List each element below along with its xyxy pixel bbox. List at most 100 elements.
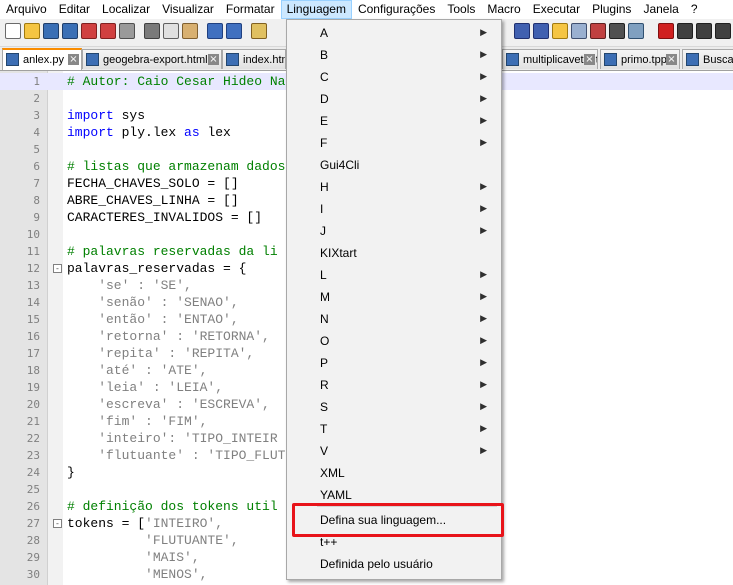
submenu-arrow-icon: ▶ xyxy=(480,226,487,236)
line-number: 26 xyxy=(26,500,40,513)
language-item-j[interactable]: J ▶ xyxy=(287,220,501,242)
menu-macro[interactable]: Macro xyxy=(481,0,526,19)
code-text: ABRE_CHAVES_LINHA = [] xyxy=(67,192,239,209)
code-text: tokens = ['INTEIRO', xyxy=(67,515,223,532)
record-macro-icon[interactable] xyxy=(658,23,674,39)
file-icon xyxy=(226,53,239,66)
menu-linguagem[interactable]: Linguagem xyxy=(280,0,352,19)
menu-arquivo[interactable]: Arquivo xyxy=(0,0,53,19)
redo-icon[interactable] xyxy=(226,23,242,39)
language-item-label: R xyxy=(320,378,329,392)
file-icon xyxy=(86,53,99,66)
language-item-kixtart[interactable]: KIXtart xyxy=(287,242,501,264)
language-item-v[interactable]: V ▶ xyxy=(287,440,501,462)
language-item-label: O xyxy=(320,334,330,348)
language-item-definida-pelo-usuario[interactable]: Definida pelo usuário xyxy=(287,553,501,575)
menu-bar: Arquivo Editar Localizar Visualizar Formatar… xyxy=(0,0,733,19)
copy-icon[interactable] xyxy=(163,23,179,39)
language-item-label: KIXtart xyxy=(320,246,357,260)
language-item-m[interactable]: M ▶ xyxy=(287,286,501,308)
fold-toggle-icon[interactable]: - xyxy=(53,519,62,528)
line-number: 17 xyxy=(26,347,40,360)
tab-close-icon[interactable]: × xyxy=(208,54,219,65)
tab-multiplicavetor-tpp[interactable]: multiplicavetor.tpp× xyxy=(502,49,598,69)
line-number: 28 xyxy=(26,534,40,547)
language-item-p[interactable]: P ▶ xyxy=(287,352,501,374)
play-macro-icon[interactable] xyxy=(696,23,712,39)
tab-label: geogebra-export.html xyxy=(103,54,208,66)
language-item-s[interactable]: S ▶ xyxy=(287,396,501,418)
code-text: FECHA_CHAVES_SOLO = [] xyxy=(67,175,239,192)
menu-localizar[interactable]: Localizar xyxy=(96,0,156,19)
eye-icon[interactable] xyxy=(628,23,644,39)
language-item-f[interactable]: F ▶ xyxy=(287,132,501,154)
language-item-l[interactable]: L ▶ xyxy=(287,264,501,286)
menu-visualizar[interactable]: Visualizar xyxy=(156,0,220,19)
find-icon[interactable] xyxy=(251,23,267,39)
tab-close-icon[interactable]: × xyxy=(666,54,677,65)
print-icon[interactable] xyxy=(119,23,135,39)
run-macro-icon[interactable] xyxy=(715,23,731,39)
code-token: 'se' : 'SE', xyxy=(67,278,192,293)
new-file-icon[interactable] xyxy=(5,23,21,39)
line-number: 19 xyxy=(26,381,40,394)
fold-toggle-icon[interactable]: - xyxy=(53,264,62,273)
doc-map-icon[interactable] xyxy=(571,23,587,39)
language-item-t[interactable]: T ▶ xyxy=(287,418,501,440)
tab-geogebra-export-html[interactable]: geogebra-export.html × xyxy=(82,49,222,69)
tab-index-htm[interactable]: index.htm xyxy=(222,49,286,69)
menu-help[interactable]: ? xyxy=(685,0,704,19)
language-item-h[interactable]: H ▶ xyxy=(287,176,501,198)
code-text: palavras_reservadas = { xyxy=(67,260,246,277)
tab-primo-tpp[interactable]: primo.tpp × xyxy=(600,49,680,69)
cut-icon[interactable] xyxy=(144,23,160,39)
language-item-e[interactable]: E ▶ xyxy=(287,110,501,132)
tab-label: index.htm xyxy=(243,54,286,66)
language-item-c[interactable]: C ▶ xyxy=(287,66,501,88)
language-item-n[interactable]: N ▶ xyxy=(287,308,501,330)
line-number: 10 xyxy=(26,228,40,241)
menu-executar[interactable]: Executar xyxy=(527,0,586,19)
close-icon[interactable] xyxy=(81,23,97,39)
language-item-i[interactable]: I ▶ xyxy=(287,198,501,220)
code-token: lex xyxy=(199,125,231,140)
menu-plugins[interactable]: Plugins xyxy=(586,0,637,19)
menu-janela[interactable]: Janela xyxy=(637,0,684,19)
language-item-label: I xyxy=(320,202,324,216)
language-item-xml[interactable]: XML xyxy=(287,462,501,484)
highlight-annotation-box xyxy=(292,503,504,537)
save-all-icon[interactable] xyxy=(62,23,78,39)
paste-icon[interactable] xyxy=(182,23,198,39)
language-item-r[interactable]: R ▶ xyxy=(287,374,501,396)
tab-busca[interactable]: Busca xyxy=(682,49,733,69)
save-icon[interactable] xyxy=(43,23,59,39)
close-all-icon[interactable] xyxy=(100,23,116,39)
line-number: 24 xyxy=(26,466,40,479)
language-item-gui4cli[interactable]: Gui4Cli xyxy=(287,154,501,176)
submenu-arrow-icon: ▶ xyxy=(480,116,487,126)
code-text: # definição dos tokens util xyxy=(67,498,278,515)
monitor-icon[interactable] xyxy=(609,23,625,39)
tab-close-icon[interactable]: × xyxy=(68,54,79,65)
line-number: 7 xyxy=(33,177,40,190)
wrap-icon[interactable] xyxy=(514,23,530,39)
line-number: 23 xyxy=(26,449,40,462)
menu-configuracoes[interactable]: Configurações xyxy=(352,0,441,19)
stop-macro-icon[interactable] xyxy=(677,23,693,39)
menu-editar[interactable]: Editar xyxy=(53,0,96,19)
tab-label: anlex.py xyxy=(23,54,64,66)
folder-as-workspace-icon[interactable] xyxy=(552,23,568,39)
language-item-b[interactable]: B ▶ xyxy=(287,44,501,66)
language-item-o[interactable]: O ▶ xyxy=(287,330,501,352)
language-item-a[interactable]: A ▶ xyxy=(287,22,501,44)
tab-anlex-py[interactable]: anlex.py × xyxy=(2,48,82,70)
tab-close-icon[interactable]: × xyxy=(584,54,595,65)
function-list-icon[interactable] xyxy=(590,23,606,39)
undo-icon[interactable] xyxy=(207,23,223,39)
menu-tools[interactable]: Tools xyxy=(441,0,481,19)
open-folder-icon[interactable] xyxy=(24,23,40,39)
code-token: } xyxy=(67,465,75,480)
indent-guide-icon[interactable] xyxy=(533,23,549,39)
menu-formatar[interactable]: Formatar xyxy=(220,0,281,19)
language-item-d[interactable]: D ▶ xyxy=(287,88,501,110)
